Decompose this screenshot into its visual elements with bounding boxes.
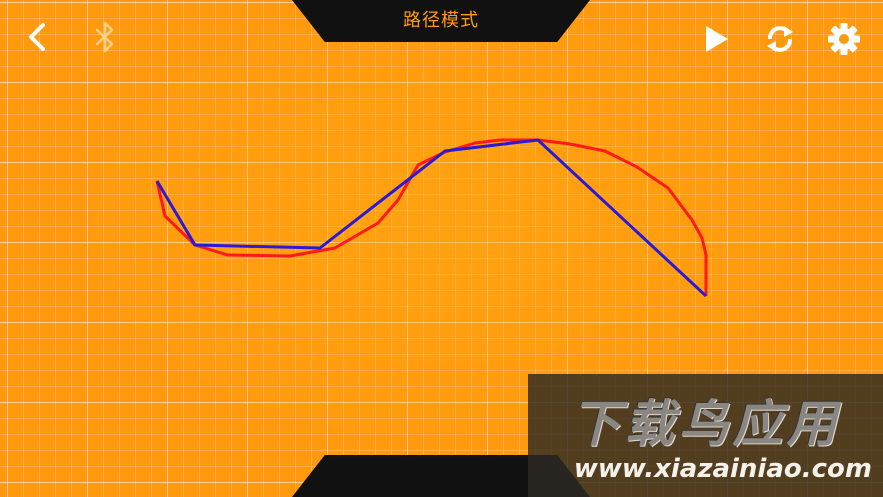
sync-button[interactable] xyxy=(762,22,798,56)
robot-path-line xyxy=(155,138,708,298)
back-button[interactable] xyxy=(22,20,52,54)
watermark-url: www.xiazainiao.com xyxy=(573,454,872,484)
bluetooth-button[interactable] xyxy=(88,18,122,56)
watermark-title: 下载鸟应用 xyxy=(570,395,841,453)
chevron-left-icon xyxy=(29,23,45,51)
settings-button[interactable] xyxy=(825,21,863,57)
play-button[interactable] xyxy=(700,22,732,56)
sync-icon xyxy=(767,26,793,52)
bluetooth-icon xyxy=(95,21,114,53)
watermark-overlay: 下载鸟应用 www.xiazainiao.com xyxy=(528,374,883,497)
page-title: 路径模式 xyxy=(403,10,479,31)
play-icon xyxy=(706,26,728,52)
gear-icon xyxy=(828,23,860,55)
title-tab: 路径模式 xyxy=(292,0,590,42)
